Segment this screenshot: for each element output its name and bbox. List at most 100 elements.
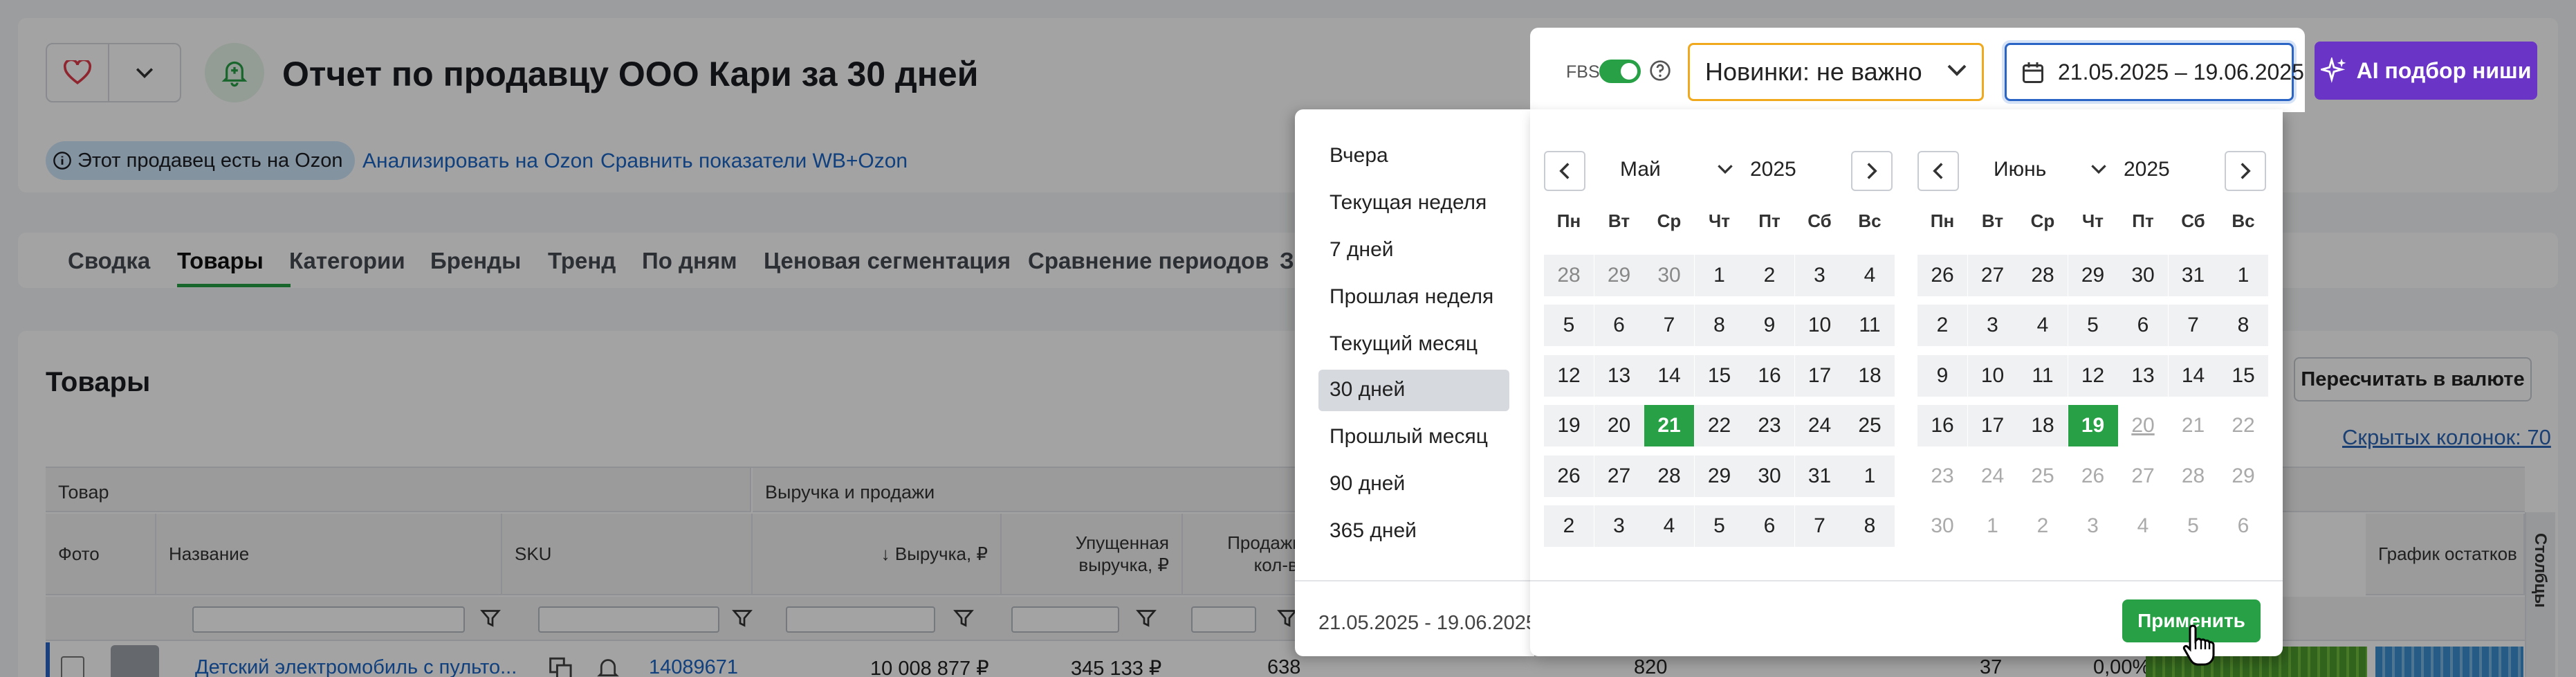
calendar-day[interactable]: 19 — [1544, 405, 1594, 447]
calendar-day[interactable]: 6 — [1594, 305, 1644, 347]
calendar-day[interactable]: 26 — [1917, 255, 1967, 296]
preset-current-month[interactable]: Текущий месяц — [1318, 324, 1509, 365]
calendar-day[interactable]: 8 — [1694, 305, 1745, 347]
calendar-day[interactable]: 4 — [1644, 505, 1694, 547]
next-month-button[interactable] — [1851, 151, 1893, 191]
ai-niche-button[interactable]: AI подбор ниши — [2315, 42, 2537, 100]
calendar-day[interactable]: 14 — [1644, 354, 1694, 397]
calendar-day[interactable]: 3 — [1967, 305, 2018, 347]
calendar-day[interactable]: 29 — [1594, 255, 1644, 296]
calendar-day[interactable]: 2 — [1544, 505, 1594, 547]
month-select[interactable]: Июнь — [1994, 158, 2046, 181]
preset-90-days[interactable]: 90 дней — [1318, 464, 1509, 505]
calendar-day[interactable]: 30 — [1644, 255, 1694, 296]
calendar-day[interactable]: 5 — [2068, 305, 2118, 347]
fbs-label: FBS — [1566, 62, 1600, 82]
calendar-day[interactable]: 22 — [1694, 405, 1745, 447]
calendar-day[interactable]: 17 — [1794, 354, 1845, 397]
calendar-day[interactable]: 15 — [2218, 354, 2268, 397]
date-range-value: 21.05.2025 – 19.06.2025 — [2058, 59, 2304, 84]
calendar-day[interactable]: 10 — [1794, 305, 1845, 347]
calendar-day[interactable]: 23 — [1745, 405, 1794, 447]
preset-yesterday[interactable]: Вчера — [1318, 136, 1509, 177]
calendar-day: 6 — [2237, 514, 2250, 537]
preset-365-days[interactable]: 365 дней — [1318, 511, 1509, 552]
year-select[interactable]: 2025 — [2124, 158, 2170, 181]
calendar-day: 20 — [2131, 414, 2155, 437]
calendar-day[interactable]: 31 — [2168, 255, 2218, 296]
calendar-day[interactable]: 11 — [1845, 305, 1895, 347]
calendar-day[interactable]: 13 — [2118, 354, 2168, 397]
calendar-day[interactable]: 2 — [1745, 255, 1794, 296]
weekday-label: Пн — [1930, 210, 1955, 231]
calendar-day[interactable]: 16 — [1917, 405, 1967, 447]
calendar-day[interactable]: 31 — [1794, 455, 1845, 497]
calendar-day[interactable]: 27 — [1967, 255, 2018, 296]
calendar-day: 4 — [2137, 514, 2149, 537]
preset-current-week[interactable]: Текущая неделя — [1318, 183, 1509, 224]
calendar-day[interactable]: 1 — [2218, 255, 2268, 296]
calendar-day[interactable]: 15 — [1694, 354, 1745, 397]
chevron-down-icon — [1717, 163, 1733, 178]
date-range-input[interactable]: 21.05.2025 – 19.06.2025 — [2005, 43, 2304, 101]
calendar-day[interactable]: 6 — [1745, 505, 1794, 547]
calendar-day[interactable]: 6 — [2118, 305, 2168, 347]
calendar-day[interactable]: 30 — [1745, 455, 1794, 497]
calendar-day[interactable]: 2 — [1917, 305, 1967, 347]
calendar-day[interactable]: 26 — [1544, 455, 1594, 497]
calendar-day[interactable]: 1 — [1694, 255, 1745, 296]
calendar-day[interactable]: 18 — [1845, 354, 1895, 397]
novelty-select-value: Новинки: не важно — [1705, 57, 1922, 86]
calendar-day[interactable]: 13 — [1594, 354, 1644, 397]
calendar-day[interactable]: 5 — [1544, 305, 1594, 347]
calendar-day[interactable]: 12 — [1544, 354, 1594, 397]
calendar-day[interactable]: 8 — [1845, 505, 1895, 547]
calendar-day[interactable]: 7 — [1794, 505, 1845, 547]
month-select[interactable]: Май — [1620, 158, 1661, 181]
calendar-day[interactable]: 12 — [2068, 354, 2118, 397]
calendar-day[interactable]: 8 — [2218, 305, 2268, 347]
calendar-day[interactable]: 27 — [1594, 455, 1644, 497]
calendar-day[interactable]: 9 — [1917, 354, 1967, 397]
calendar-day[interactable]: 28 — [2018, 255, 2068, 296]
novelty-select[interactable]: Новинки: не важно — [1688, 43, 1984, 101]
next-month-button[interactable] — [2225, 151, 2266, 191]
calendar-day-selected[interactable]: 19 — [2068, 405, 2118, 447]
calendar-day[interactable]: 3 — [1594, 505, 1644, 547]
calendar-day[interactable]: 28 — [1644, 455, 1694, 497]
calendar-day[interactable]: 14 — [2168, 354, 2218, 397]
calendar-day: 26 — [2081, 464, 2105, 487]
chevron-down-icon — [2090, 163, 2107, 178]
calendar-day[interactable]: 28 — [1544, 255, 1594, 296]
calendar-day[interactable]: 7 — [2168, 305, 2218, 347]
preset-7-days[interactable]: 7 дней — [1318, 230, 1509, 271]
prev-month-button[interactable] — [1917, 151, 1959, 191]
calendar-day[interactable]: 29 — [2068, 255, 2118, 296]
calendar-day[interactable]: 3 — [1794, 255, 1845, 296]
year-select[interactable]: 2025 — [1750, 158, 1796, 181]
calendar-day-selected[interactable]: 21 — [1644, 405, 1694, 447]
calendar-day[interactable]: 4 — [1845, 255, 1895, 296]
calendar-day[interactable]: 29 — [1694, 455, 1745, 497]
calendar-day[interactable]: 4 — [2018, 305, 2068, 347]
calendar-day[interactable]: 30 — [2118, 255, 2168, 296]
calendar-day: 23 — [1931, 464, 1954, 487]
calendar-day[interactable]: 7 — [1644, 305, 1694, 347]
prev-month-button[interactable] — [1544, 151, 1585, 191]
calendar-day[interactable]: 17 — [1967, 405, 2018, 447]
calendar-day[interactable]: 16 — [1745, 354, 1794, 397]
preset-last-month[interactable]: Прошлый месяц — [1318, 417, 1509, 458]
calendar-day[interactable]: 9 — [1745, 305, 1794, 347]
fbs-toggle[interactable] — [1599, 60, 1641, 83]
help-icon[interactable] — [1649, 60, 1671, 82]
preset-30-days[interactable]: 30 дней — [1318, 370, 1509, 411]
calendar-day[interactable]: 18 — [2018, 405, 2068, 447]
calendar-day[interactable]: 25 — [1845, 405, 1895, 447]
calendar-day[interactable]: 24 — [1794, 405, 1845, 447]
calendar-day[interactable]: 11 — [2018, 354, 2068, 397]
calendar-day[interactable]: 5 — [1694, 505, 1745, 547]
calendar-day[interactable]: 20 — [1594, 405, 1644, 447]
preset-last-week[interactable]: Прошлая неделя — [1318, 277, 1509, 318]
calendar-day[interactable]: 1 — [1845, 455, 1895, 497]
calendar-day[interactable]: 10 — [1967, 354, 2018, 397]
